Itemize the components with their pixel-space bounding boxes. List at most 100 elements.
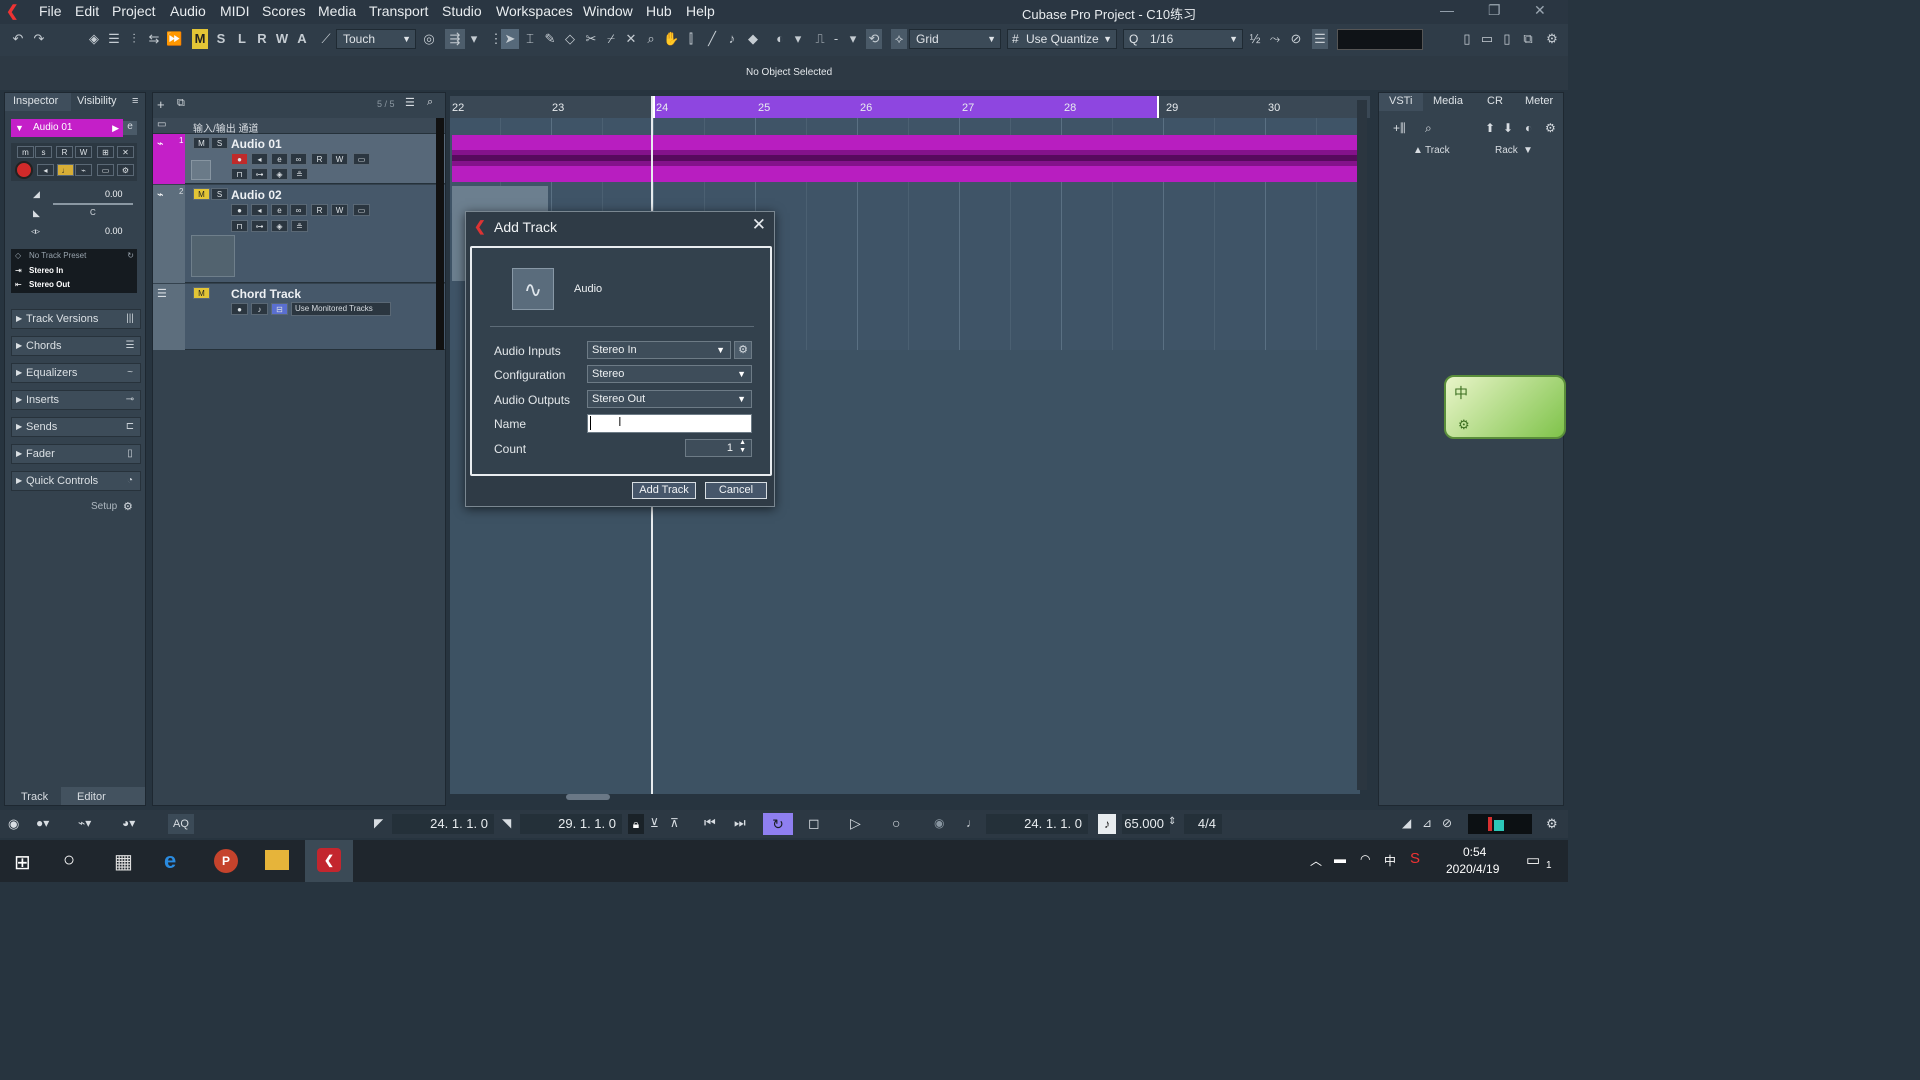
hand-tool-icon[interactable]: ✋ — [663, 29, 679, 49]
reload-icon[interactable]: ↻ — [127, 251, 134, 260]
monitor-button[interactable]: ◂ — [251, 153, 268, 165]
lanes-button[interactable]: ⊶ — [251, 168, 268, 180]
left-locator-icon[interactable]: ◤ — [374, 816, 383, 830]
cycle-button[interactable]: ↻ — [763, 813, 793, 835]
track-chord[interactable]: ☰ M Chord Track ● ♪ ⊟ Use Monitored Trac… — [153, 284, 445, 350]
pointer-tool-icon[interactable]: ➤ — [501, 29, 519, 49]
write-automation-button[interactable]: W — [274, 29, 290, 49]
routing-settings-gear-icon[interactable]: ⚙ — [734, 341, 752, 359]
object-select-icon[interactable]: ⇶ — [445, 29, 465, 49]
settings-icon[interactable]: ⚙ — [117, 164, 134, 176]
record-enable-button[interactable]: ● — [231, 204, 248, 216]
cubase-logo-icon[interactable]: ❮ — [6, 2, 24, 20]
dialog-close-icon[interactable]: ✕ — [752, 215, 766, 235]
sogou-input-icon[interactable]: S — [1410, 850, 1420, 867]
edit-button[interactable]: e — [271, 153, 288, 165]
notification-icon[interactable]: ▭ — [1526, 851, 1540, 869]
marker-icon[interactable]: ◢ — [1402, 816, 1411, 830]
metronome-icon[interactable]: ◕▾ — [122, 816, 135, 830]
menu-project[interactable]: Project — [112, 3, 156, 19]
bypass-button[interactable]: ✕ — [117, 146, 134, 158]
taskbar-cubase-active[interactable]: ❮ — [305, 840, 353, 882]
inspector-menu-icon[interactable]: ≡ — [132, 95, 138, 107]
left-locator-marker[interactable] — [653, 96, 655, 118]
play-tool-icon[interactable]: ♪ — [724, 29, 740, 49]
volume-value[interactable]: 0.00 — [105, 189, 123, 199]
track-picture[interactable] — [191, 160, 211, 180]
settings-gear-icon[interactable]: ⚙ — [1545, 121, 1556, 135]
collapse-triangle-icon[interactable]: ▼ — [15, 119, 24, 137]
metronome-click-icon[interactable]: ♩ — [966, 816, 978, 830]
reset-quantize-icon[interactable]: ⊘ — [1288, 29, 1304, 49]
ime-indicator[interactable]: 中 — [1384, 852, 1396, 869]
quantize-apply-icon[interactable]: ⤳ — [1267, 29, 1283, 49]
tempo-display[interactable]: 65.000 — [1122, 814, 1170, 834]
undo-icon[interactable]: ↶ — [10, 29, 26, 49]
menu-midi[interactable]: MIDI — [220, 3, 250, 19]
add-track-icon[interactable]: + — [157, 97, 165, 112]
audio-inputs-select[interactable]: Stereo In ▼ — [587, 341, 731, 359]
snap-grid-icon[interactable]: ⟡ — [891, 29, 907, 49]
settings-icon[interactable]: ◉ — [8, 816, 19, 832]
zoom-tool-icon[interactable]: ⌕ — [643, 29, 659, 49]
search-icon[interactable]: ⌕ — [427, 96, 433, 109]
search-icon[interactable]: ⌕ — [1425, 121, 1432, 136]
read-button[interactable]: R — [56, 146, 73, 158]
right-locator-display[interactable]: 29. 1. 1. 0 — [520, 814, 622, 834]
inspector-track-header[interactable]: ▼ Audio 01 ▶ — [11, 119, 123, 137]
read-button[interactable]: R — [311, 204, 328, 216]
dropdown-chevron-icon[interactable]: ▾ — [790, 29, 806, 49]
fast-forward-icon[interactable]: ⏩ — [166, 29, 182, 49]
column-track[interactable]: Track — [1425, 145, 1450, 156]
add-instrument-icon[interactable]: +⫼ — [1393, 121, 1406, 136]
section-inserts[interactable]: ▶ Inserts ⊸ — [11, 390, 141, 410]
clock-date[interactable]: 2020/4/19 — [1446, 862, 1499, 876]
track-divider[interactable] — [436, 118, 444, 350]
tray-chevron-icon[interactable]: ︿ — [1310, 852, 1322, 869]
aq-button[interactable]: AQ — [168, 814, 194, 834]
cancel-button[interactable]: Cancel — [705, 482, 767, 499]
calculator-icon[interactable]: ▦ — [114, 849, 133, 874]
chord-icon[interactable]: ◐ — [772, 29, 788, 49]
transport-settings-gear-icon[interactable]: ⚙ — [1546, 816, 1558, 832]
quantize-mode-select[interactable]: # Use Quantize ▼ — [1007, 29, 1117, 49]
left-locator-display[interactable]: 24. 1. 1. 0 — [392, 814, 494, 834]
voicing-button[interactable]: ⊟ — [271, 303, 288, 315]
tab-cr[interactable]: CR — [1487, 95, 1503, 107]
punch-in-icon[interactable]: ⊻ — [650, 816, 659, 830]
column-rack[interactable]: Rack — [1495, 145, 1518, 156]
track-audio-01[interactable]: ⌁ 1 M S Audio 01 ● ◂ e ∞ R W ▭ ⊓ ⊶ ◈ ≗ — [153, 134, 445, 184]
edit-in-place-icon[interactable]: ☰ — [106, 29, 122, 49]
snap-icon[interactable]: ⟲ — [866, 29, 882, 49]
glue-tool-icon[interactable]: ⌿ — [603, 29, 619, 49]
track-picture[interactable] — [191, 235, 235, 277]
right-zone-icon[interactable]: ▯ — [1499, 29, 1515, 49]
automation-button[interactable]: ≗ — [291, 168, 308, 180]
section-sends[interactable]: ▶ Sends ⊏ — [11, 417, 141, 437]
count-stepper[interactable]: 1 ▲ ▼ — [685, 439, 752, 457]
folder-track[interactable]: ▭ 输入/输出 通道 — [153, 118, 445, 135]
track-name[interactable]: Chord Track — [231, 287, 301, 301]
go-to-previous-icon[interactable]: ⏮ — [704, 815, 716, 831]
track-audio-02[interactable]: ⌁ 2 M S Audio 02 ● ◂ e ∞ R W ▭ ⊓ ⊶ ◈ ≗ — [153, 185, 445, 283]
restore-icon[interactable]: ❐ — [1488, 2, 1501, 19]
minimize-icon[interactable]: — — [1440, 2, 1454, 18]
right-locator-marker[interactable] — [1157, 96, 1159, 118]
lock-button[interactable]: ⊓ — [231, 220, 248, 232]
menu-help[interactable]: Help — [686, 3, 715, 19]
redo-icon[interactable]: ↷ — [31, 29, 47, 49]
move-down-icon[interactable]: ⬇ — [1503, 121, 1513, 135]
audio-outputs-select[interactable]: Stereo Out ▼ — [587, 390, 752, 408]
split-tool-icon[interactable]: ✂ — [583, 29, 599, 49]
wifi-icon[interactable]: ◠ — [1360, 852, 1370, 866]
tab-editor[interactable]: Editor — [77, 791, 106, 803]
settings-gear-icon[interactable]: ⚙ — [1544, 29, 1560, 49]
mute-button[interactable]: M — [193, 188, 210, 200]
iterative-quantize-icon[interactable]: ½ — [1247, 29, 1263, 49]
move-up-icon[interactable]: ⬆ — [1485, 121, 1495, 135]
quantize-value-select[interactable]: Q 1/16 ▼ — [1123, 29, 1243, 49]
sync-icon[interactable]: ⊘ — [1442, 816, 1452, 830]
windows-start-icon[interactable]: ⊞ — [14, 850, 31, 875]
section-track-versions[interactable]: ▶ Track Versions ||| — [11, 309, 141, 329]
stepper-arrows-icon[interactable]: ▲ ▼ — [739, 439, 746, 455]
